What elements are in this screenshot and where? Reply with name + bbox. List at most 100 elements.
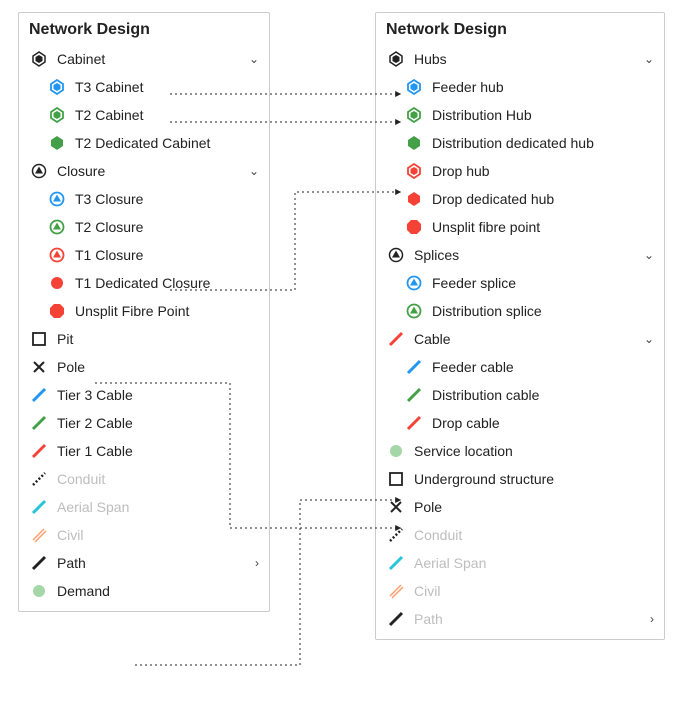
item-label: Path xyxy=(57,553,86,573)
item-path[interactable]: Path › xyxy=(19,549,269,577)
item-feeder-cable[interactable]: Feeder cable xyxy=(376,353,664,381)
circle-lime-icon xyxy=(29,581,49,601)
item-label: Conduit xyxy=(57,469,105,489)
hex-green-fill-icon xyxy=(404,133,424,153)
item-label: Unsplit Fibre Point xyxy=(75,301,189,321)
group-label: Cable xyxy=(414,329,451,349)
group-label: Splices xyxy=(414,245,459,265)
line-red-icon xyxy=(386,329,406,349)
hex-green-icon xyxy=(47,105,67,125)
line-dotted-icon xyxy=(386,525,406,545)
group-cabinet[interactable]: Cabinet ⌄ xyxy=(19,45,269,73)
item-label: Path xyxy=(414,609,443,629)
item-label: Distribution cable xyxy=(432,385,539,405)
chevron-down-icon: ⌄ xyxy=(644,329,654,349)
tri-green-icon xyxy=(404,301,424,321)
chevron-down-icon: ⌄ xyxy=(249,161,259,181)
group-splices[interactable]: Splices ⌄ xyxy=(376,241,664,269)
square-icon xyxy=(29,329,49,349)
item-path-r[interactable]: Path › xyxy=(376,605,664,639)
group-closure[interactable]: Closure ⌄ xyxy=(19,157,269,185)
item-label: T2 Closure xyxy=(75,217,143,237)
x-icon xyxy=(29,357,49,377)
hex-blue-icon xyxy=(404,77,424,97)
line-teal-icon xyxy=(29,497,49,517)
circle-lime-icon xyxy=(386,441,406,461)
item-tier2-cable[interactable]: Tier 2 Cable xyxy=(19,409,269,437)
item-label: Drop dedicated hub xyxy=(432,189,554,209)
line-red-icon xyxy=(29,441,49,461)
line-green-icon xyxy=(404,385,424,405)
item-label: Feeder hub xyxy=(432,77,504,97)
cabinet-icon xyxy=(386,49,406,69)
group-hubs[interactable]: Hubs ⌄ xyxy=(376,45,664,73)
line-black-icon xyxy=(29,553,49,573)
item-t2-cabinet[interactable]: T2 Cabinet xyxy=(19,101,269,129)
circle-red-icon xyxy=(47,273,67,293)
item-label: Civil xyxy=(414,581,440,601)
item-pole[interactable]: Pole xyxy=(19,353,269,381)
item-label: Aerial Span xyxy=(57,497,129,517)
tri-blue-icon xyxy=(47,189,67,209)
item-conduit[interactable]: Conduit xyxy=(19,465,269,493)
item-drop-hub[interactable]: Drop hub xyxy=(376,157,664,185)
item-service-location[interactable]: Service location xyxy=(376,437,664,465)
item-label: Feeder splice xyxy=(432,273,516,293)
item-pole-r[interactable]: Pole xyxy=(376,493,664,521)
item-civil-r[interactable]: Civil xyxy=(376,577,664,605)
item-aerial-span[interactable]: Aerial Span xyxy=(19,493,269,521)
item-distribution-dedicated-hub[interactable]: Distribution dedicated hub xyxy=(376,129,664,157)
line-teal-icon xyxy=(386,553,406,573)
item-distribution-hub[interactable]: Distribution Hub xyxy=(376,101,664,129)
item-t2-closure[interactable]: T2 Closure xyxy=(19,213,269,241)
item-t1-dedicated-closure[interactable]: T1 Dedicated Closure xyxy=(19,269,269,297)
item-t3-cabinet[interactable]: T3 Cabinet xyxy=(19,73,269,101)
item-t2-dedicated-cabinet[interactable]: T2 Dedicated Cabinet xyxy=(19,129,269,157)
item-tier1-cable[interactable]: Tier 1 Cable xyxy=(19,437,269,465)
item-unsplit-fibre-point-r[interactable]: Unsplit fibre point xyxy=(376,213,664,241)
panel-title: Network Design xyxy=(19,13,269,45)
item-feeder-hub[interactable]: Feeder hub xyxy=(376,73,664,101)
item-t1-closure[interactable]: T1 Closure xyxy=(19,241,269,269)
hex-blue-icon xyxy=(47,77,67,97)
item-label: Service location xyxy=(414,441,513,461)
item-label: Underground structure xyxy=(414,469,554,489)
item-distribution-splice[interactable]: Distribution splice xyxy=(376,297,664,325)
item-feeder-splice[interactable]: Feeder splice xyxy=(376,269,664,297)
item-pit[interactable]: Pit xyxy=(19,325,269,353)
item-demand[interactable]: Demand xyxy=(19,577,269,611)
group-cable[interactable]: Cable ⌄ xyxy=(376,325,664,353)
group-label: Cabinet xyxy=(57,49,105,69)
group-label: Closure xyxy=(57,161,105,181)
item-conduit-r[interactable]: Conduit xyxy=(376,521,664,549)
item-label: Distribution splice xyxy=(432,301,542,321)
item-underground-structure[interactable]: Underground structure xyxy=(376,465,664,493)
item-label: Tier 2 Cable xyxy=(57,413,133,433)
hex-green-icon xyxy=(404,105,424,125)
item-unsplit-fibre-point[interactable]: Unsplit Fibre Point xyxy=(19,297,269,325)
square-icon xyxy=(386,469,406,489)
item-tier3-cable[interactable]: Tier 3 Cable xyxy=(19,381,269,409)
item-civil[interactable]: Civil xyxy=(19,521,269,549)
item-label: Distribution Hub xyxy=(432,105,532,125)
item-distribution-cable[interactable]: Distribution cable xyxy=(376,381,664,409)
closure-icon xyxy=(29,161,49,181)
item-label: T1 Dedicated Closure xyxy=(75,273,210,293)
line-green-icon xyxy=(29,413,49,433)
item-label: Pole xyxy=(414,497,442,517)
panel-title: Network Design xyxy=(376,13,664,45)
item-drop-dedicated-hub[interactable]: Drop dedicated hub xyxy=(376,185,664,213)
line-blue-icon xyxy=(29,385,49,405)
oct-red-icon xyxy=(47,301,67,321)
line-double-orange-icon xyxy=(29,525,49,545)
item-drop-cable[interactable]: Drop cable xyxy=(376,409,664,437)
item-label: Distribution dedicated hub xyxy=(432,133,594,153)
item-label: Aerial Span xyxy=(414,553,486,573)
item-t3-closure[interactable]: T3 Closure xyxy=(19,185,269,213)
item-label: Drop hub xyxy=(432,161,490,181)
item-label: Pit xyxy=(57,329,73,349)
chevron-right-icon: › xyxy=(650,609,654,629)
legend-panel-left: Network Design Cabinet ⌄ T3 Cabinet T2 C… xyxy=(18,12,270,612)
item-aerial-span-r[interactable]: Aerial Span xyxy=(376,549,664,577)
closure-icon xyxy=(386,245,406,265)
